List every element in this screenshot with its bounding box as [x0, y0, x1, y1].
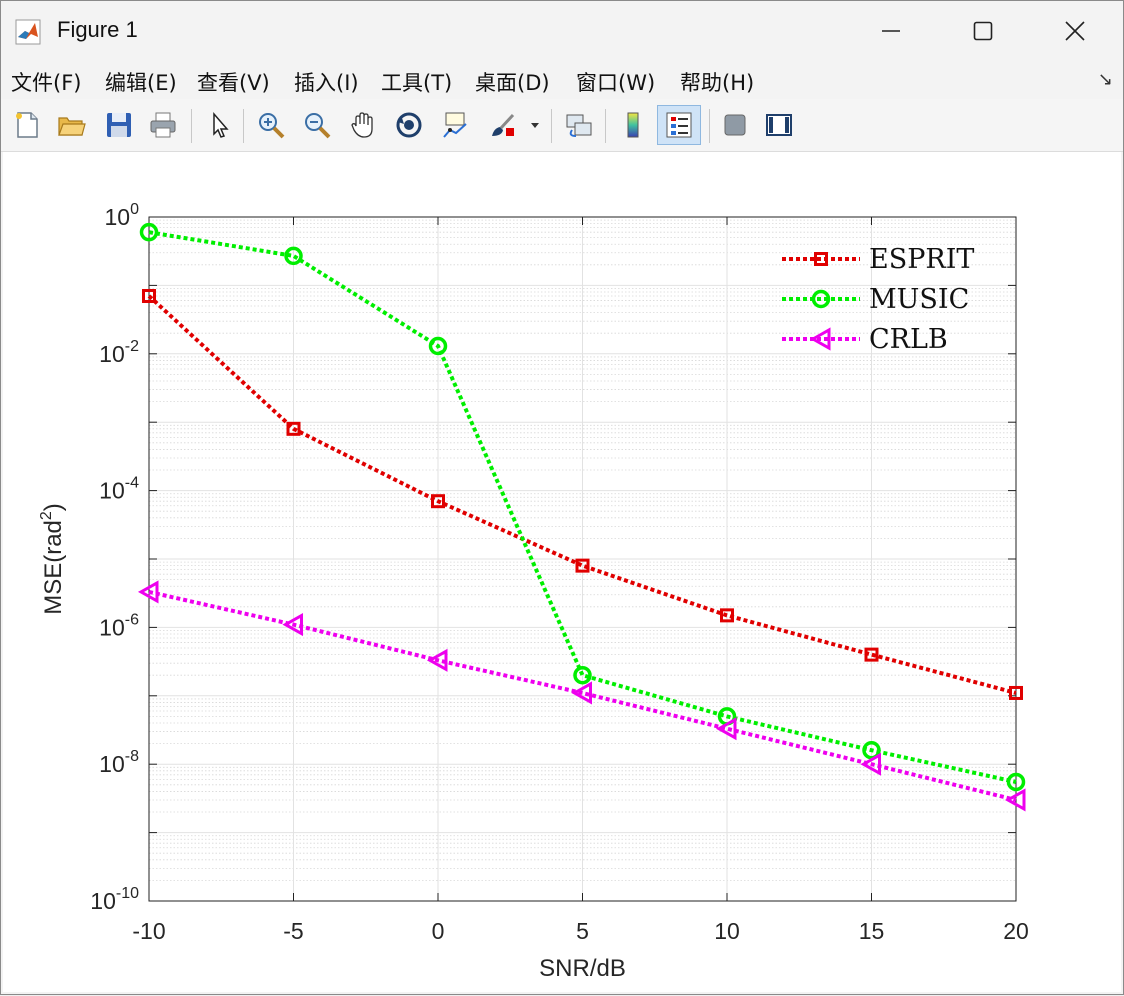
zoom-in-icon[interactable] — [253, 107, 289, 143]
maximize-button[interactable] — [938, 1, 1028, 61]
save-icon[interactable] — [101, 107, 137, 143]
y-tick-label: 10-6 — [99, 611, 139, 640]
x-tick-label: 5 — [576, 918, 589, 944]
new-file-icon[interactable] — [9, 107, 45, 143]
colorbar-icon[interactable] — [615, 107, 651, 143]
menu-tools[interactable]: 工具(T) — [381, 67, 452, 97]
y-axis-label-base: MSE(rad — [40, 520, 67, 615]
x-tick-label: -10 — [132, 918, 165, 944]
x-tick-labels: -10 -5 0 5 10 15 20 — [132, 918, 1028, 944]
x-tick-label: 0 — [432, 918, 445, 944]
show-plot-tools-icon[interactable] — [761, 107, 797, 143]
legend-label: ESPRIT — [869, 244, 974, 275]
legend-entry: CRLB — [782, 324, 948, 355]
y-axis-label-sup: 2 — [38, 511, 55, 520]
y-tick-base: 10 — [99, 614, 125, 640]
y-tick-base: 10 — [99, 751, 125, 777]
link-plot-icon[interactable] — [561, 107, 597, 143]
y-tick-label: 10-10 — [90, 885, 139, 914]
y-tick-base: 10 — [99, 341, 125, 367]
y-tick-exponent: -4 — [125, 475, 139, 492]
dock-arrow-icon[interactable]: ↘ — [1098, 69, 1113, 90]
menu-window[interactable]: 窗口(W) — [576, 67, 655, 97]
window-title: Figure 1 — [57, 17, 138, 42]
matlab-icon — [15, 19, 41, 45]
menu-help[interactable]: 帮助(H) — [680, 67, 754, 97]
x-tick-label: -5 — [283, 918, 303, 944]
y-tick-exponent: -2 — [125, 338, 139, 355]
x-axis-label: SNR/dB — [539, 955, 626, 982]
toolbar — [1, 99, 1123, 152]
y-axis-label-end: ) — [40, 503, 67, 511]
toolbar-separator — [709, 109, 710, 143]
chart: -10 -5 0 5 10 15 20 10010-210-410-610-810-10 E… — [38, 201, 1029, 982]
close-icon — [1065, 21, 1085, 41]
legend-label: MUSIC — [869, 284, 969, 315]
y-tick-label: 10-2 — [99, 338, 139, 367]
brush-icon[interactable] — [485, 107, 521, 143]
open-folder-icon[interactable] — [53, 107, 89, 143]
menu-view[interactable]: 查看(V) — [197, 67, 270, 97]
figure-canvas: -10 -5 0 5 10 15 20 100 10-2 10-4 10-6 10-8 10-10 E… — [3, 152, 1121, 992]
hide-plot-tools-icon[interactable] — [717, 107, 753, 143]
legend-label: CRLB — [869, 324, 948, 355]
pointer-icon[interactable] — [201, 107, 237, 143]
y-tick-exponent: -8 — [125, 748, 139, 765]
legend-entry: ESPRIT — [782, 244, 974, 275]
y-tick-exponent: 0 — [130, 201, 139, 218]
maximize-icon — [973, 21, 993, 41]
menu-desktop[interactable]: 桌面(D) — [475, 67, 550, 97]
legend-icon[interactable] — [657, 105, 701, 145]
data-tips-icon[interactable] — [437, 107, 473, 143]
menu-insert[interactable]: 插入(I) — [294, 67, 359, 97]
y-tick-exponent: -10 — [116, 885, 139, 902]
pan-hand-icon[interactable] — [345, 107, 381, 143]
minimize-button[interactable] — [846, 1, 936, 61]
toolbar-separator — [243, 109, 244, 143]
toolbar-separator — [605, 109, 606, 143]
legend-entry: MUSIC — [782, 284, 969, 315]
y-tick-label: 100 — [105, 201, 140, 230]
toolbar-separator — [551, 109, 552, 143]
y-tick-exponent: -6 — [125, 611, 139, 628]
zoom-out-icon[interactable] — [299, 107, 335, 143]
menu-file[interactable]: 文件(F) — [11, 67, 81, 97]
y-tick-base: 10 — [105, 204, 131, 230]
y-tick-label: 10-4 — [99, 475, 139, 504]
toolbar-separator — [191, 109, 192, 143]
close-button[interactable] — [1030, 1, 1120, 61]
rotate-3d-icon[interactable] — [391, 107, 427, 143]
title-bar: Figure 1 — [1, 1, 1123, 61]
figure-window: Figure 1 文件(F) 编辑(E) 查看(V) 插入(I) 工具(T) 桌… — [0, 0, 1124, 995]
minimize-icon — [882, 30, 900, 32]
y-tick-base: 10 — [90, 888, 116, 914]
y-tick-label: 10-8 — [99, 748, 139, 777]
menu-edit[interactable]: 编辑(E) — [105, 67, 177, 97]
print-icon[interactable] — [145, 107, 181, 143]
y-axis-label: MSE(rad2) — [38, 503, 67, 615]
y-tick-labels: 10010-210-410-610-810-10 — [90, 201, 139, 914]
menu-bar: 文件(F) 编辑(E) 查看(V) 插入(I) 工具(T) 桌面(D) 窗口(W… — [1, 61, 1123, 99]
brush-dropdown-icon[interactable] — [523, 107, 547, 143]
x-tick-label: 15 — [859, 918, 885, 944]
x-tick-label: 10 — [714, 918, 740, 944]
x-tick-label: 20 — [1003, 918, 1029, 944]
legend[interactable]: ESPRIT MUSIC CRLB — [782, 244, 974, 355]
y-tick-base: 10 — [99, 478, 125, 504]
